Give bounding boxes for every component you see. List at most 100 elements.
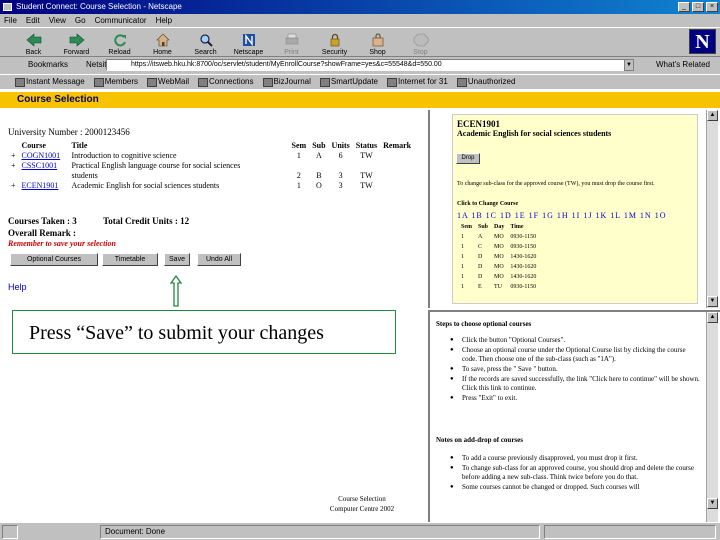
bookmarks-button[interactable]: Bookmarks [14,59,68,71]
sched-day: MO [494,274,504,280]
window-title: Student Connect: Course Selection - Nets… [16,2,182,11]
netscape-window-icon [3,3,12,11]
list-item: Click the button "Optional Courses". [450,336,702,345]
search-button[interactable]: Search [184,28,227,58]
menu-view[interactable]: View [49,14,66,27]
close-button[interactable]: × [706,2,718,12]
col-sub: Sub [312,141,326,150]
course-title-line: students [71,171,98,180]
table-row: + ECEN1901 Academic English for social s… [8,181,414,191]
col-sem: Sem [291,141,307,150]
detail-scrollbar[interactable]: ▲ ▼ [706,110,718,308]
url-input[interactable]: https://itsweb.hku.hk:8700/oc/servlet/st… [106,59,634,71]
row-marker: + [11,181,16,190]
sched-sub: C [478,244,483,250]
sched-time: 0930-1150 [510,234,537,240]
overall-remark: Overall Remark : [8,228,76,238]
table-row: + CSSC1001 Practical English language co… [8,161,414,181]
back-button[interactable]: Back [12,28,55,58]
netscape-logo: N [689,29,716,54]
stop-button[interactable]: Stop [399,28,442,58]
save-reminder: Remember to save your selection [8,239,116,248]
course-status: TW [360,151,373,160]
drop-button[interactable]: Drop [456,153,480,164]
page-title: Course Selection [17,94,99,105]
members-link[interactable]: Members [93,75,138,88]
sched-sub: E [478,284,482,290]
menu-communicator[interactable]: Communicator [95,14,147,27]
scroll-up-icon[interactable]: ▲ [707,312,718,323]
instructions-scrollbar[interactable]: ▲ ▼ [706,312,718,522]
undo-all-button[interactable]: Undo All [197,253,241,266]
internet-link[interactable]: Internet for 31 [386,75,448,88]
col-units: Units [331,141,350,150]
netscape-label: Netscape [233,49,264,56]
url-dropdown-icon[interactable]: ▼ [624,59,634,71]
instant-message-link[interactable]: Instant Message [14,75,85,88]
scroll-down-icon[interactable]: ▼ [707,296,718,307]
sched-sem: 1 [461,244,464,250]
forward-button[interactable]: Forward [55,28,98,58]
detail-drop-note: To change sub-class for the approved cou… [457,181,655,187]
subclass-links[interactable]: 1A 1B 1C 1D 1E 1F 1G 1H 1I 1J 1K 1L 1M 1… [457,211,667,220]
courses-taken: Courses Taken : 3 [8,216,77,226]
course-sem: 1 [296,151,301,160]
scroll-down-icon[interactable]: ▼ [707,498,718,509]
unauthorized-link[interactable]: Unauthorized [456,75,515,88]
course-units: 6 [338,151,343,160]
minimize-button[interactable]: _ [678,2,690,12]
course-status: TW [360,171,373,180]
row-marker: + [11,161,16,170]
footer-line: Course Selection [338,495,386,503]
webmail-link[interactable]: WebMail [146,75,189,88]
home-button[interactable]: Home [141,28,184,58]
personal-toolbar: Instant Message Members WebMail Connecti… [0,74,720,88]
whats-related-button[interactable]: What's Related [642,59,710,71]
menu-edit[interactable]: Edit [26,14,40,27]
course-sub: A [315,151,322,160]
connections-link[interactable]: Connections [197,75,254,88]
back-label: Back [25,49,42,56]
scroll-up-icon[interactable]: ▲ [707,110,718,121]
table-row: 1 D MO 1430-1620 [458,272,539,282]
menu-go[interactable]: Go [75,14,86,27]
course-code-link[interactable]: COGN1001 [22,151,61,160]
sched-day: MO [494,244,504,250]
optional-courses-button[interactable]: Optional Courses [10,253,98,266]
menu-help[interactable]: Help [156,14,172,27]
course-code-link[interactable]: ECEN1901 [22,181,59,190]
timetable-button[interactable]: Timetable [102,253,158,266]
help-link[interactable]: Help [8,282,27,292]
steps-section: Steps to choose optional courses Click t… [436,320,702,404]
reload-button[interactable]: Reload [98,28,141,58]
stop-icon [413,33,428,47]
window-title-bar: Student Connect: Course Selection - Nets… [0,0,720,14]
sched-sub: D [478,254,483,260]
menu-file[interactable]: File [4,14,17,27]
list-item: To change sub-class for an approved cour… [450,464,702,482]
maximize-button[interactable]: □ [692,2,704,12]
col-remark: Remark [383,141,412,150]
back-arrow-icon [26,33,41,47]
shop-button[interactable]: Shop [356,28,399,58]
course-table-header: Course Title Sem Sub Units Status Remark [8,140,414,151]
navigation-toolbar: Back Forward Reload Home Search Netscape… [0,27,720,57]
sched-day: MO [494,264,504,270]
security-button[interactable]: Security [313,28,356,58]
security-status-icon [2,525,18,539]
list-item: Some courses cannot be changed or droppe… [450,483,702,492]
col-status: Status [355,141,378,150]
sched-sem: 1 [461,234,464,240]
sched-time: 0930-1150 [510,284,537,290]
netscape-button[interactable]: Netscape [227,28,270,58]
forward-label: Forward [63,49,90,56]
print-button[interactable]: Print [270,28,313,58]
row-marker: + [11,151,16,160]
course-code-link[interactable]: CSSC1001 [22,161,58,170]
save-button[interactable]: Save [164,253,190,266]
table-row: 1 E TU 0930-1150 [458,282,539,292]
bizjournal-link[interactable]: BizJournal [262,75,311,88]
change-course-label: Click to Change Course [457,201,519,207]
pointer-arrow-icon [170,275,182,307]
smartupdate-link[interactable]: SmartUpdate [319,75,378,88]
